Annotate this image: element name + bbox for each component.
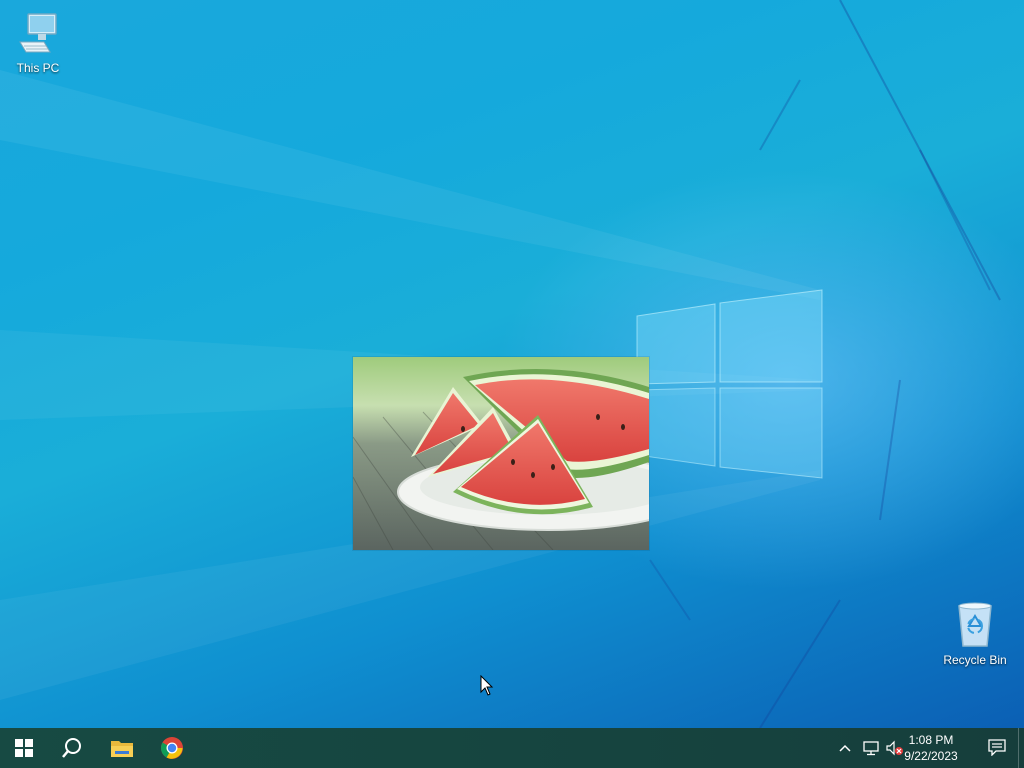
chrome-icon xyxy=(161,737,183,759)
watermelon-photo xyxy=(353,357,649,550)
search-icon xyxy=(62,738,81,758)
desktop-icon-this-pc[interactable]: This PC xyxy=(0,8,76,75)
clock-time: 1:08 PM xyxy=(908,733,954,747)
taskbar: 1:08 PM 9/22/2023 xyxy=(0,728,1024,768)
windows-logo-icon xyxy=(15,739,33,757)
notification-icon xyxy=(988,739,1006,757)
chevron-up-icon[interactable] xyxy=(838,740,852,756)
mouse-cursor-icon xyxy=(480,675,494,696)
clock-date: 9/22/2023 xyxy=(904,749,958,763)
desktop-icon-label: Recycle Bin xyxy=(943,653,1007,667)
photo-viewer-image[interactable] xyxy=(353,357,649,550)
desktop-icon-recycle-bin[interactable]: Recycle Bin xyxy=(937,602,1013,667)
desktop[interactable]: This PC Recycle Bin xyxy=(0,0,1024,728)
notification-center-button[interactable] xyxy=(988,738,1006,761)
recycle-bin-icon xyxy=(937,602,1013,651)
file-explorer-button[interactable] xyxy=(98,728,146,768)
show-desktop-button[interactable] xyxy=(1018,728,1024,768)
taskbar-clock[interactable]: 1:08 PM 9/22/2023 xyxy=(896,732,966,764)
folder-icon xyxy=(111,741,133,757)
chrome-button[interactable] xyxy=(148,728,196,768)
network-icon[interactable] xyxy=(862,740,880,756)
computer-icon xyxy=(0,8,76,59)
search-button[interactable] xyxy=(48,728,96,768)
desktop-icon-label: This PC xyxy=(16,61,60,75)
start-button[interactable] xyxy=(0,728,48,768)
